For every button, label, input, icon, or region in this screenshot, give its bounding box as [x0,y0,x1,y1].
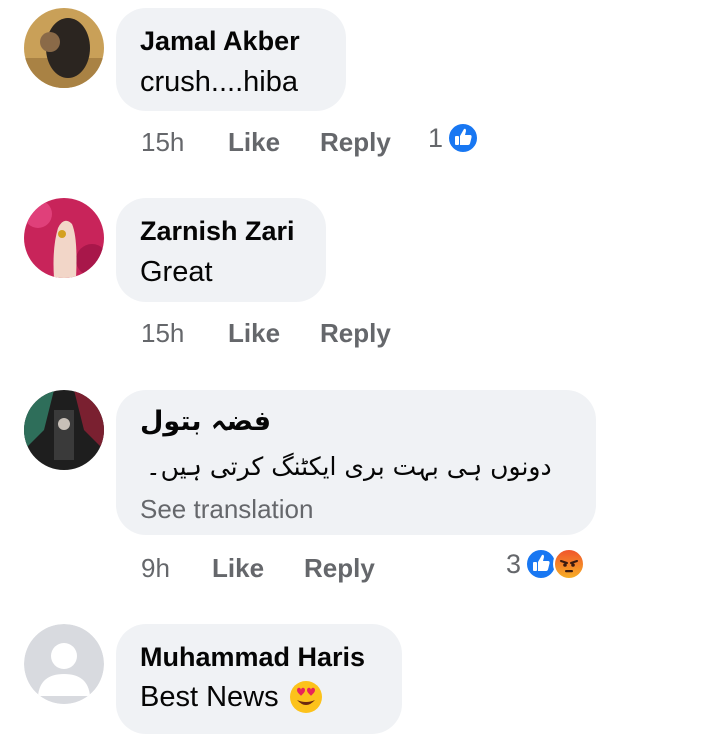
avatar[interactable] [24,390,104,470]
avatar[interactable] [24,8,104,88]
reaction-count: 3 [506,548,522,579]
comment-bubble[interactable]: Jamal Akber crush....hiba [116,8,346,111]
reply-button[interactable]: Reply [320,318,391,349]
reaction-summary[interactable]: 1 [428,122,480,154]
comment-text: crush....hiba [140,66,298,98]
see-translation-link[interactable]: See translation [140,494,313,525]
comment-time[interactable]: 9h [141,553,170,584]
like-button[interactable]: Like [212,553,264,584]
comment-text: Great [140,256,213,288]
like-button[interactable]: Like [228,318,280,349]
reaction-summary[interactable]: 3 [506,548,586,580]
comment-bubble[interactable]: Muhammad Haris Best News [116,624,402,734]
comment-text-content: Best News [140,680,279,713]
avatar[interactable] [24,624,104,704]
comment-time[interactable]: 15h [141,127,184,158]
comment-bubble[interactable]: Zarnish Zari Great [116,198,326,302]
comment-author[interactable]: Jamal Akber [140,26,300,57]
like-button[interactable]: Like [228,127,280,158]
comment-text: دونوں ہی بہت بری ایکٹنگ کرتی ہیں۔ [146,452,552,481]
comment-author[interactable]: Zarnish Zari [140,216,295,247]
comment-bubble[interactable]: فضہ بتول دونوں ہی بہت بری ایکٹنگ کرتی ہی… [116,390,596,535]
like-icon [447,122,480,154]
avatar[interactable] [24,198,104,278]
heart-eyes-emoji-icon [289,681,322,713]
comment-author[interactable]: Muhammad Haris [140,642,365,673]
reaction-count: 1 [428,122,444,153]
angry-icon [553,548,586,580]
reply-button[interactable]: Reply [320,127,391,158]
reply-button[interactable]: Reply [304,553,375,584]
comment-text: Best News [140,680,323,714]
comment-author[interactable]: فضہ بتول [140,406,271,437]
comment-time[interactable]: 15h [141,318,184,349]
